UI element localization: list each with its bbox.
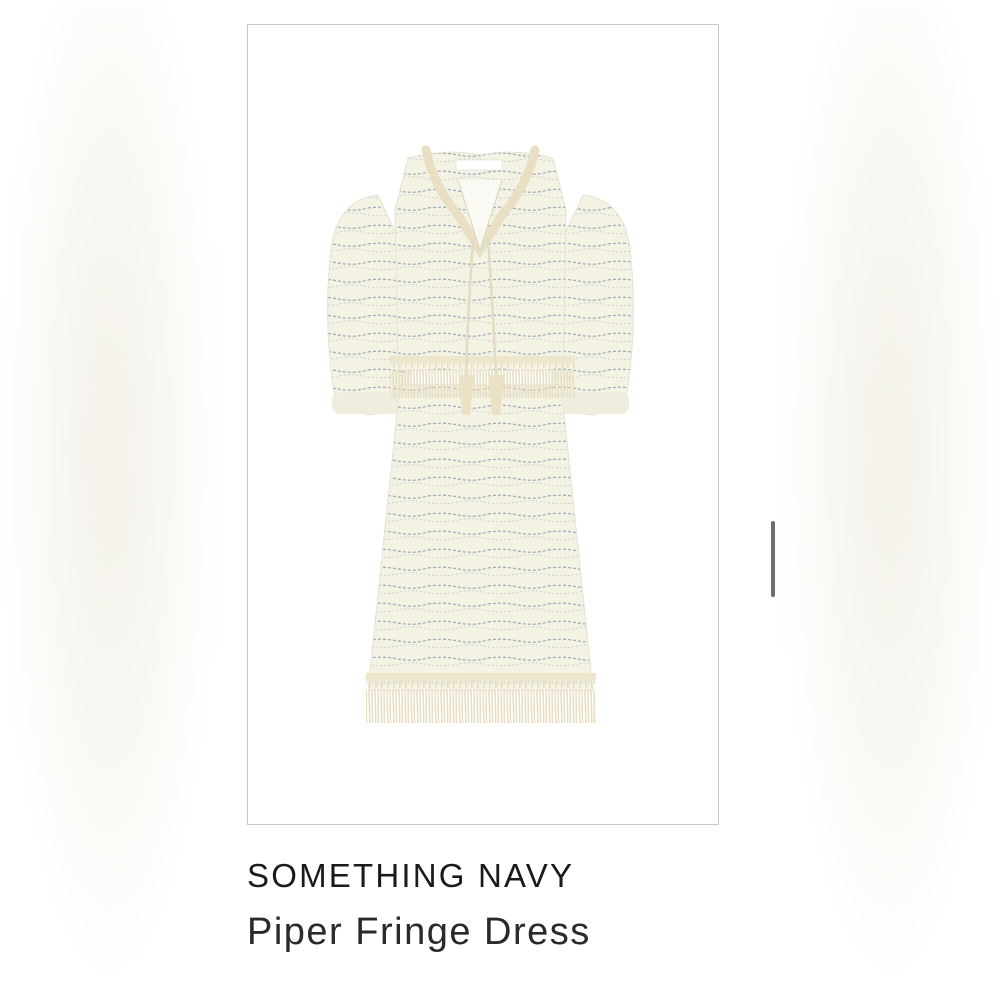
blurred-backdrop-right	[780, 0, 1000, 1000]
product-title[interactable]: Piper Fringe Dress	[247, 911, 591, 954]
product-card[interactable]: SOMETHING NAVY Piper Fringe Dress	[220, 0, 780, 1000]
dress-image	[327, 145, 634, 723]
blurred-backdrop-left	[0, 0, 220, 1000]
skirt	[367, 384, 594, 691]
product-image-frame[interactable]	[247, 24, 719, 825]
scroll-indicator[interactable]	[771, 521, 775, 597]
brand-name: SOMETHING NAVY	[247, 857, 575, 894]
